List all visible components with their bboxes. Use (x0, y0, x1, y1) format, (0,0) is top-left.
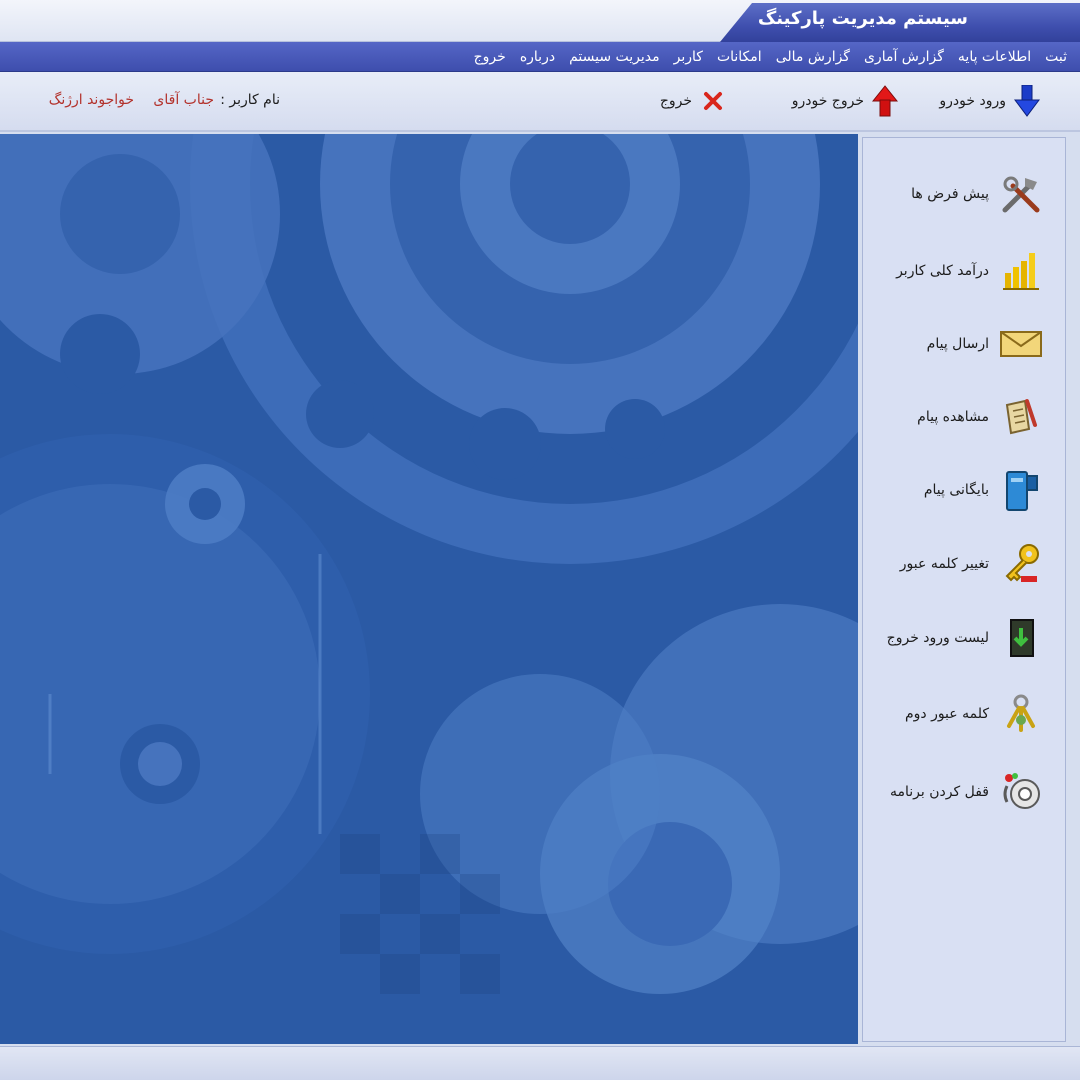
status-bar (0, 1046, 1080, 1080)
app-title: سیستم مدیریت پارکینگ (757, 8, 968, 29)
menu-bar: ثبت اطلاعات پایه گزارش آماری گزارش مالی … (0, 42, 1080, 72)
menu-item-about[interactable]: درباره (513, 49, 562, 65)
vehicle-entry-label: ورود خودرو (939, 93, 1006, 109)
sidebar-item-defaults[interactable]: پیش فرض ها (855, 168, 1045, 220)
sidebar-item-label: کلمه عبور دوم (904, 706, 989, 722)
sidebar-item-label: درآمد کلی کاربر (896, 263, 989, 279)
archive-icon (997, 466, 1045, 514)
user-name: خواجوند ارژنگ (48, 92, 134, 108)
sidebar-item-change-password[interactable]: تغییر کلمه عبور (855, 538, 1045, 590)
arrow-up-icon (870, 84, 900, 118)
vehicle-entry-button[interactable]: ورود خودرو (939, 84, 1042, 118)
sidebar-item-user-income[interactable]: درآمد کلی کاربر (855, 245, 1045, 297)
keys-icon (997, 690, 1045, 738)
exit-label: خروج (659, 93, 692, 109)
lock-icon (997, 768, 1045, 816)
close-icon (698, 84, 728, 118)
sidebar-item-label: لیست ورود خروج (886, 630, 989, 646)
entry-exit-list-icon (997, 614, 1045, 662)
main-background (0, 134, 858, 1044)
sidebar-item-entry-exit-list[interactable]: لیست ورود خروج (855, 612, 1045, 664)
sidebar-item-label: تغییر کلمه عبور (899, 556, 989, 572)
side-panel: پیش فرض ها درآمد کلی کاربر ارسال پیام مش… (862, 137, 1066, 1042)
user-title: جناب آقای (153, 92, 214, 108)
arrow-down-icon (1012, 84, 1042, 118)
menu-item-user[interactable]: کاربر (667, 49, 710, 65)
menu-item-base-info[interactable]: اطلاعات پایه (951, 49, 1038, 65)
key-icon (997, 540, 1045, 588)
menu-item-system-management[interactable]: مدیریت سیستم (562, 49, 667, 65)
sidebar-item-second-password[interactable]: کلمه عبور دوم (855, 688, 1045, 740)
read-message-icon (997, 393, 1045, 441)
sidebar-item-label: بایگانی پیام (923, 482, 989, 498)
vehicle-exit-label: خروج خودرو (791, 93, 864, 109)
sidebar-item-send-message[interactable]: ارسال پیام (855, 318, 1045, 370)
sidebar-item-label: پیش فرض ها (911, 186, 989, 202)
envelope-icon (997, 320, 1045, 368)
menu-item-exit[interactable]: خروج (467, 49, 513, 65)
gear-background-image (0, 134, 858, 1044)
user-label: نام کاربر : (220, 92, 280, 108)
sidebar-item-label: قفل کردن برنامه (890, 784, 989, 800)
menu-item-register[interactable]: ثبت (1038, 49, 1074, 65)
title-bar: سیستم مدیریت پارکینگ (0, 0, 1080, 42)
exit-button[interactable]: خروج (660, 84, 728, 118)
menu-item-statistical-report[interactable]: گزارش آماری (857, 49, 951, 65)
sidebar-item-label: ارسال پیام (926, 336, 989, 352)
sidebar-item-message-archive[interactable]: بایگانی پیام (855, 464, 1045, 516)
tools-icon (997, 170, 1045, 218)
vehicle-exit-button[interactable]: خروج خودرو (792, 84, 900, 118)
sidebar-item-view-message[interactable]: مشاهده پیام (855, 391, 1045, 443)
sidebar-item-label: مشاهده پیام (917, 409, 989, 425)
sidebar-item-lock-program[interactable]: قفل کردن برنامه (855, 766, 1045, 818)
income-chart-icon (997, 247, 1045, 295)
menu-item-facilities[interactable]: امکانات (710, 49, 769, 65)
menu-item-financial-report[interactable]: گزارش مالی (769, 49, 857, 65)
